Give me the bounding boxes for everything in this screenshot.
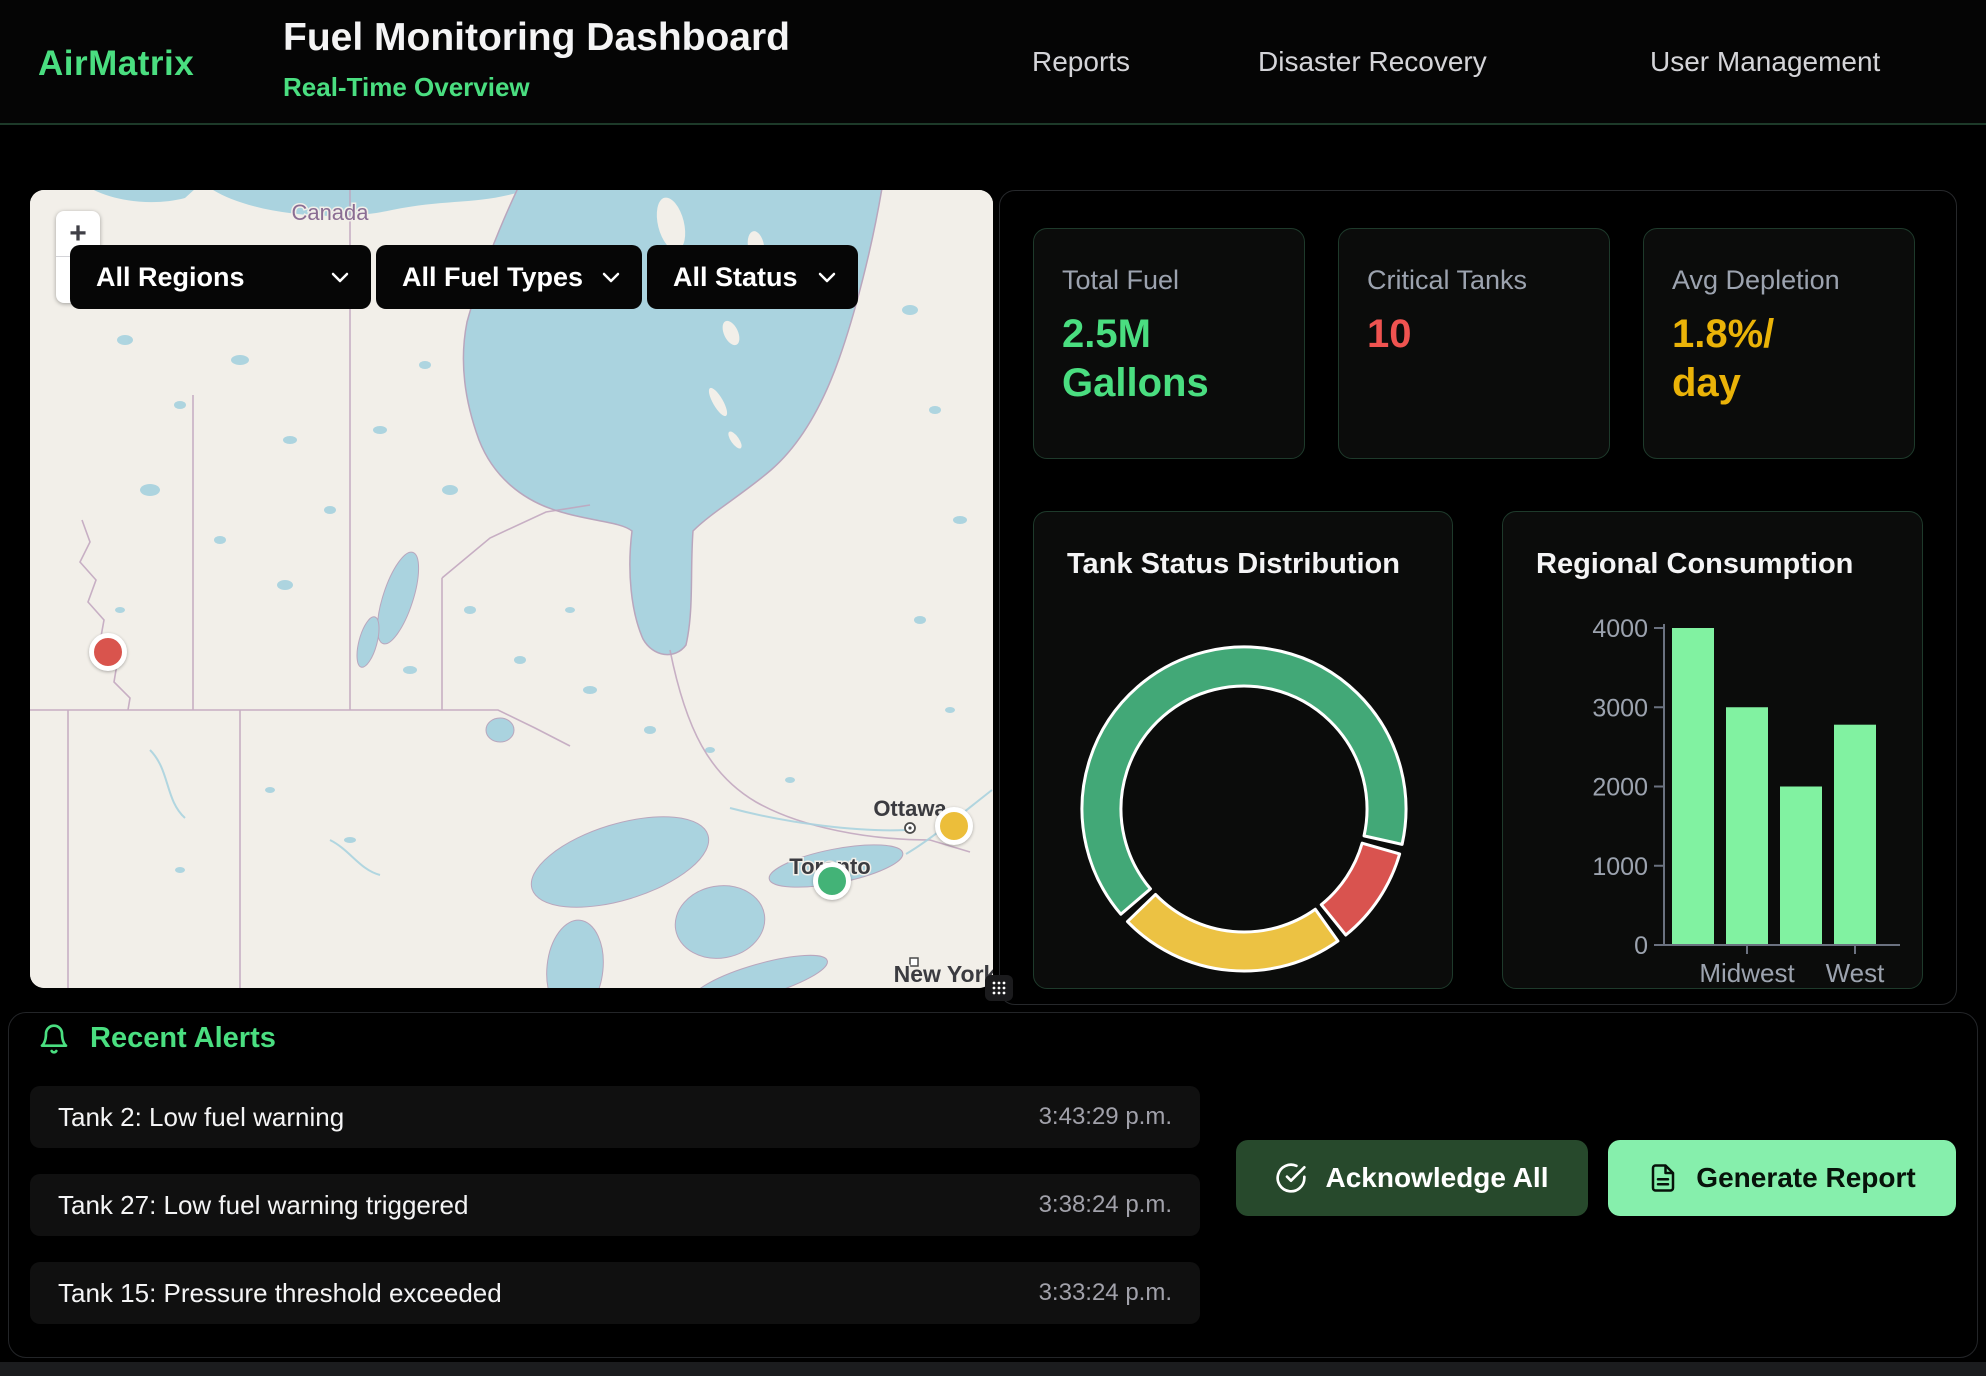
stat-label: Total Fuel — [1062, 265, 1276, 296]
filter-regions-value: All Regions — [96, 262, 245, 293]
chevron-down-icon — [331, 272, 349, 283]
regional-consumption-bar-chart: 0 1000 2000 3000 4000 Midwest West — [1503, 512, 1924, 990]
map-marker-critical[interactable] — [89, 633, 127, 671]
alert-timestamp: 3:38:24 p.m. — [1039, 1191, 1172, 1219]
check-circle-icon — [1275, 1162, 1307, 1194]
alert-message: Tank 2: Low fuel warning — [58, 1102, 344, 1133]
stat-value: 10 — [1367, 310, 1581, 359]
map-label-newyork: New York — [894, 961, 993, 987]
filter-regions-dropdown[interactable]: All Regions — [70, 245, 371, 309]
stat-value: 2.5MGallons — [1062, 310, 1276, 408]
grid-handle-icon[interactable] — [985, 975, 1013, 1001]
chevron-down-icon — [602, 272, 620, 283]
metrics-panel: Total Fuel 2.5MGallons Critical Tanks 10… — [999, 190, 1957, 1005]
alert-timestamp: 3:33:24 p.m. — [1039, 1279, 1172, 1307]
filter-fuel-types-value: All Fuel Types — [402, 262, 583, 293]
acknowledge-all-label: Acknowledge All — [1325, 1162, 1548, 1194]
nav-reports[interactable]: Reports — [1032, 46, 1130, 78]
svg-text:1000: 1000 — [1592, 853, 1648, 881]
document-icon — [1648, 1162, 1678, 1194]
svg-text:0: 0 — [1634, 932, 1648, 960]
nav-user-management[interactable]: User Management — [1650, 46, 1880, 78]
alert-message: Tank 27: Low fuel warning triggered — [58, 1190, 468, 1221]
alert-row: Tank 15: Pressure threshold exceeded 3:3… — [30, 1262, 1200, 1324]
stat-label: Avg Depletion — [1672, 265, 1886, 296]
svg-text:Midwest: Midwest — [1699, 958, 1795, 988]
svg-text:3000: 3000 — [1592, 694, 1648, 722]
svg-text:4000: 4000 — [1592, 615, 1648, 643]
chart-title: Tank Status Distribution — [1067, 548, 1400, 581]
map-panel[interactable]: Canada Ottawa Toronto New York + − All R… — [30, 190, 993, 988]
ottawa-city-dot — [905, 823, 915, 833]
svg-text:2000: 2000 — [1592, 774, 1648, 802]
alerts-header: Recent Alerts — [38, 1022, 276, 1055]
generate-report-label: Generate Report — [1696, 1162, 1915, 1194]
window-bottom-strip — [0, 1362, 1986, 1376]
header: AirMatrix Fuel Monitoring Dashboard Real… — [0, 0, 1986, 125]
alert-row: Tank 27: Low fuel warning triggered 3:38… — [30, 1174, 1200, 1236]
generate-report-button[interactable]: Generate Report — [1608, 1140, 1956, 1216]
filter-status-value: All Status — [673, 262, 798, 293]
tank-status-donut-chart — [1079, 644, 1409, 974]
alert-timestamp: 3:43:29 p.m. — [1039, 1103, 1172, 1131]
tank-status-chart-card: Tank Status Distribution — [1033, 511, 1453, 989]
page-title: Fuel Monitoring Dashboard — [283, 16, 790, 60]
brand-logo: AirMatrix — [38, 44, 194, 84]
nav-disaster-recovery[interactable]: Disaster Recovery — [1258, 46, 1487, 78]
map-marker-warning[interactable] — [935, 807, 973, 845]
filter-status-dropdown[interactable]: All Status — [647, 245, 858, 309]
page-subtitle: Real-Time Overview — [283, 72, 530, 103]
alert-row: Tank 2: Low fuel warning 3:43:29 p.m. — [30, 1086, 1200, 1148]
stat-card: Total Fuel 2.5MGallons — [1033, 228, 1305, 459]
map-marker-normal[interactable] — [813, 862, 851, 900]
alerts-title: Recent Alerts — [90, 1022, 276, 1055]
stat-label: Critical Tanks — [1367, 265, 1581, 296]
bell-icon — [38, 1023, 70, 1055]
regional-consumption-chart-card: Regional Consumption 01000200030004000Mi… — [1502, 511, 1923, 989]
stat-value: 1.8%/day — [1672, 310, 1886, 408]
stat-card: Avg Depletion 1.8%/day — [1643, 228, 1915, 459]
map-canvas[interactable]: Canada Ottawa Toronto New York — [30, 190, 993, 988]
filter-fuel-types-dropdown[interactable]: All Fuel Types — [376, 245, 642, 309]
stat-card: Critical Tanks 10 — [1338, 228, 1610, 459]
map-label-country: Canada — [291, 200, 369, 225]
acknowledge-all-button[interactable]: Acknowledge All — [1236, 1140, 1588, 1216]
chevron-down-icon — [818, 272, 836, 283]
svg-text:West: West — [1826, 958, 1886, 988]
alert-message: Tank 15: Pressure threshold exceeded — [58, 1278, 502, 1309]
